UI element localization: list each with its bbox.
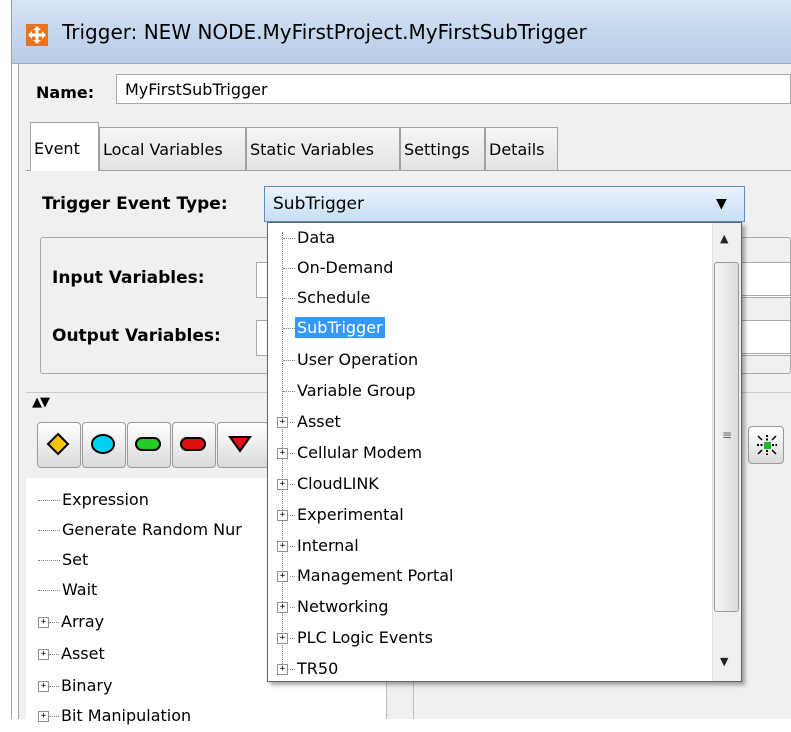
dropdown-arrow-icon[interactable]: ▼ — [716, 196, 727, 212]
green-rounded-rect-icon — [135, 437, 161, 451]
tree-item-label: Expression — [62, 490, 149, 509]
tab-details[interactable]: Details — [485, 127, 558, 170]
decision-tool-button[interactable] — [37, 422, 81, 468]
tab-event[interactable]: Event — [30, 122, 99, 171]
tree-item-label: Generate Random Nur — [62, 520, 242, 539]
option-schedule[interactable]: Schedule — [276, 288, 373, 316]
option-user-operation[interactable]: User Operation — [276, 350, 420, 378]
collapse-arrows-icon[interactable]: ▲▼ — [32, 395, 50, 410]
expand-icon[interactable]: + — [38, 617, 49, 628]
option-networking[interactable]: + Networking — [276, 597, 391, 625]
app-move-icon — [26, 24, 48, 46]
tree-item-label: Wait — [62, 580, 98, 599]
option-label: Networking — [297, 597, 389, 616]
trigger-event-type-label: Trigger Event Type: — [42, 194, 228, 214]
tree-item-asset[interactable]: + Asset — [38, 644, 105, 670]
expand-icon[interactable]: + — [277, 602, 288, 613]
option-label: User Operation — [297, 350, 419, 369]
expand-icon[interactable]: + — [277, 448, 288, 459]
action-tool-button[interactable] — [127, 422, 171, 468]
option-on-demand[interactable]: On-Demand — [276, 258, 395, 286]
output-variables-label: Output Variables: — [52, 326, 221, 346]
option-label: Internal — [297, 536, 359, 555]
option-subtrigger[interactable]: SubTrigger — [276, 317, 385, 346]
red-triangle-icon — [228, 436, 252, 453]
scroll-grip-icon: ≡ — [722, 428, 733, 442]
network-tool-button[interactable] — [748, 426, 784, 464]
option-variable-group[interactable]: Variable Group — [276, 381, 418, 409]
tree-item-label: Set — [62, 550, 89, 569]
tree-item-label: Bit Manipulation — [61, 706, 192, 725]
option-plc-logic-events[interactable]: + PLC Logic Events — [276, 628, 435, 656]
tree-item-array[interactable]: + Array — [38, 612, 104, 638]
end-tool-button[interactable] — [172, 422, 216, 468]
tab-static-variables[interactable]: Static Variables — [246, 127, 400, 170]
scroll-up-arrow-icon[interactable]: ▲ — [720, 232, 728, 245]
start-tool-button[interactable] — [82, 422, 126, 468]
option-cellular-modem[interactable]: + Cellular Modem — [276, 443, 424, 471]
tree-item-bit-manipulation[interactable]: + Bit Manipulation — [38, 706, 191, 732]
name-label: Name: — [36, 83, 95, 102]
tab-settings[interactable]: Settings — [400, 127, 485, 170]
option-cloudlink[interactable]: + CloudLINK — [276, 474, 381, 502]
diamond-icon — [46, 432, 70, 456]
option-label: SubTrigger — [295, 317, 385, 338]
expand-icon[interactable]: + — [38, 711, 49, 722]
option-label: Management Portal — [297, 566, 454, 585]
tree-item-wait[interactable]: Wait — [38, 580, 97, 606]
ellipse-icon — [91, 434, 115, 454]
option-label: Experimental — [297, 505, 404, 524]
expand-icon[interactable]: + — [277, 633, 288, 644]
output-variables-field-end — [742, 320, 791, 354]
option-label: CloudLINK — [297, 474, 379, 493]
scroll-down-arrow-icon[interactable]: ▼ — [720, 655, 728, 668]
expand-icon[interactable]: + — [277, 417, 288, 428]
option-label: Variable Group — [297, 381, 416, 400]
option-internal[interactable]: + Internal — [276, 536, 361, 564]
expand-icon[interactable]: + — [277, 510, 288, 521]
tab-local-variables[interactable]: Local Variables — [99, 127, 246, 170]
option-label: Cellular Modem — [297, 443, 423, 462]
error-tool-button[interactable] — [217, 422, 269, 468]
window-left-edge — [0, 0, 12, 719]
tree-item-generate-random[interactable]: Generate Random Nur — [38, 520, 242, 546]
tree-item-binary[interactable]: + Binary — [38, 676, 112, 702]
expand-icon[interactable]: + — [38, 649, 49, 660]
option-experimental[interactable]: + Experimental — [276, 505, 406, 533]
input-variables-field-end — [742, 262, 791, 296]
option-label: Schedule — [297, 288, 371, 307]
option-label: TR50 — [297, 659, 339, 678]
tree-item-expression[interactable]: Expression — [38, 490, 149, 516]
window-title: Trigger: NEW NODE.MyFirstProject.MyFirst… — [62, 20, 587, 44]
expand-icon[interactable]: + — [277, 541, 288, 552]
tree-item-label: Array — [61, 612, 105, 631]
expand-icon[interactable]: + — [277, 479, 288, 490]
option-label: PLC Logic Events — [297, 628, 433, 647]
tree-item-label: Binary — [61, 676, 113, 695]
tabstrip-divider — [26, 170, 791, 171]
option-tr50[interactable]: + TR50 — [276, 659, 340, 687]
option-asset[interactable]: + Asset — [276, 412, 343, 440]
option-data[interactable]: Data — [276, 228, 337, 256]
option-label: Asset — [297, 412, 341, 431]
expand-icon[interactable]: + — [277, 664, 288, 675]
tree-item-set[interactable]: Set — [38, 550, 88, 576]
option-label: On-Demand — [297, 258, 394, 277]
red-rounded-rect-icon — [180, 437, 206, 451]
expand-icon[interactable]: + — [277, 571, 288, 582]
option-label: Data — [297, 228, 336, 247]
option-management-portal[interactable]: + Management Portal — [276, 566, 455, 594]
network-node-icon — [757, 435, 777, 455]
trigger-event-type-select[interactable]: SubTrigger — [264, 186, 745, 222]
expand-icon[interactable]: + — [38, 681, 49, 692]
tree-item-label: Asset — [61, 644, 105, 663]
name-input[interactable]: MyFirstSubTrigger — [116, 74, 791, 104]
input-variables-label: Input Variables: — [52, 268, 205, 288]
